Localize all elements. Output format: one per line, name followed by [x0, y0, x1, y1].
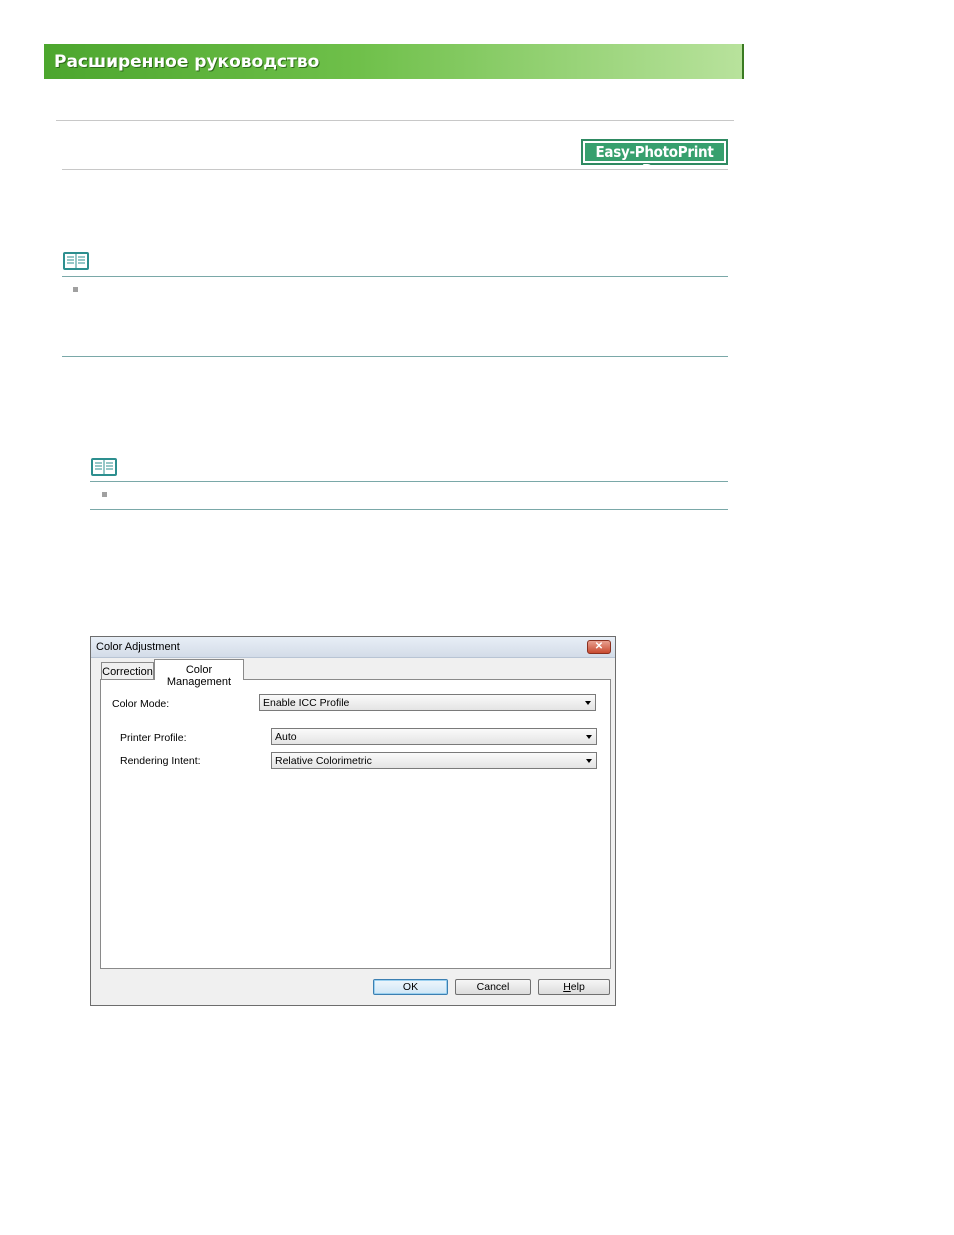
close-icon[interactable]: ✕ — [587, 640, 611, 654]
manual-title: Расширенное руководство — [54, 52, 320, 72]
manual-header-banner: Расширенное руководство — [44, 44, 744, 79]
square-bullet-icon — [102, 492, 107, 497]
note-divider-top — [62, 276, 728, 277]
cancel-button[interactable]: Cancel — [455, 979, 531, 995]
color-mode-select[interactable]: Enable ICC Profile — [259, 694, 596, 711]
chevron-down-icon — [586, 735, 592, 739]
rendering-intent-select[interactable]: Relative Colorimetric — [271, 752, 597, 769]
tab-color-management[interactable]: Color Management — [154, 659, 244, 688]
tab-correction-label: Correction — [102, 666, 153, 678]
printer-profile-select[interactable]: Auto — [271, 728, 597, 745]
chevron-down-icon — [586, 759, 592, 763]
header-divider — [56, 120, 734, 121]
color-mode-label: Color Mode: — [112, 698, 170, 710]
help-button[interactable]: Help — [538, 979, 610, 995]
rendering-intent-label: Rendering Intent: — [120, 755, 201, 767]
dialog-titlebar: Color Adjustment ✕ — [91, 637, 615, 658]
help-button-label: elp — [570, 981, 585, 993]
tab-correction[interactable]: Correction — [101, 662, 154, 679]
rendering-intent-value: Relative Colorimetric — [275, 755, 372, 767]
note-divider-bottom — [62, 356, 728, 357]
dialog-title: Color Adjustment — [96, 641, 180, 653]
tab-color-management-label: Color Management — [166, 664, 232, 688]
color-management-panel: Color Mode: Enable ICC Profile Printer P… — [100, 679, 611, 969]
product-logo-text: Easy-PhotoPrint Pro — [585, 143, 724, 179]
ok-button[interactable]: OK — [373, 979, 448, 995]
color-adjustment-dialog: Color Adjustment ✕ Correction Color Mana… — [90, 636, 616, 1006]
note-book-icon — [63, 252, 89, 270]
note-divider-top — [90, 481, 728, 482]
section-divider — [62, 169, 728, 170]
chevron-down-icon — [585, 701, 591, 705]
printer-profile-value: Auto — [275, 731, 297, 743]
square-bullet-icon — [73, 287, 78, 292]
note-divider-bottom — [90, 509, 728, 510]
color-mode-value: Enable ICC Profile — [263, 697, 350, 709]
help-button-mnemonic: H — [563, 981, 571, 993]
printer-profile-label: Printer Profile: — [120, 732, 187, 744]
note-book-icon — [91, 458, 117, 476]
easy-photoprint-pro-logo: Easy-PhotoPrint Pro — [581, 139, 728, 179]
